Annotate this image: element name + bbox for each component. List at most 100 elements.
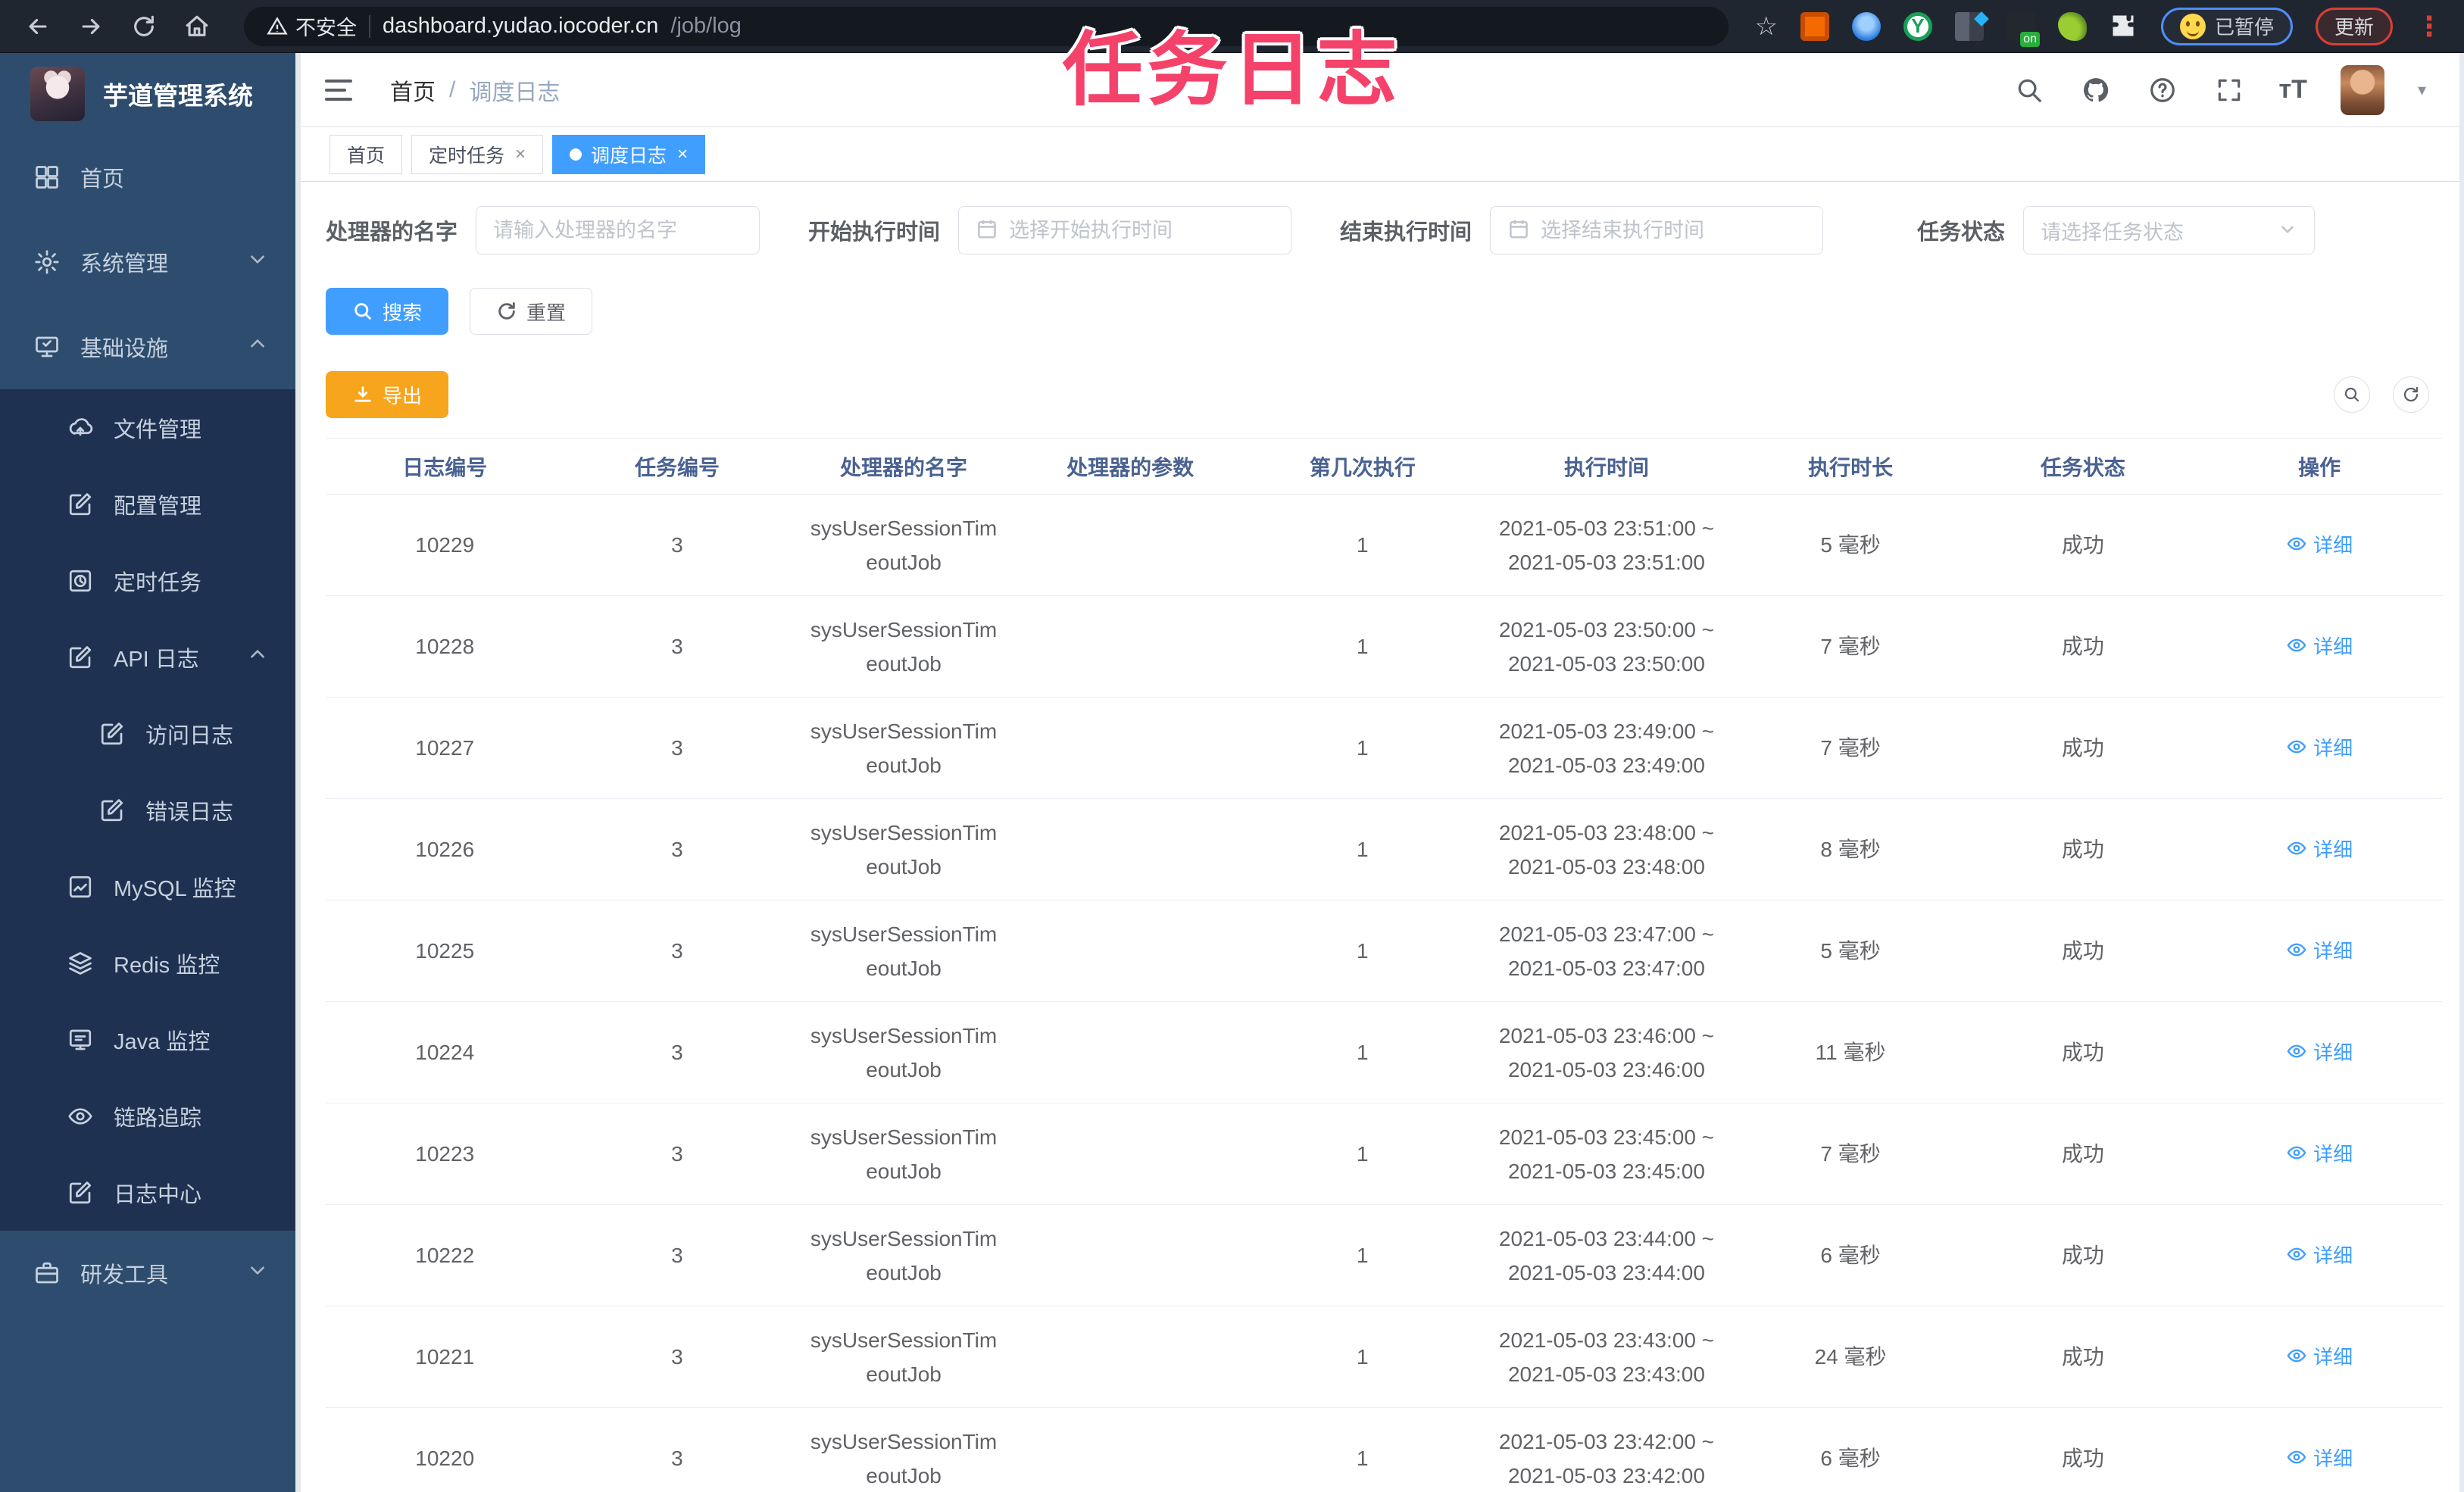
status-cell: 成功 — [1969, 1306, 2197, 1408]
address-bar[interactable]: 不安全 dashboard.yudao.iocoder.cn/job/log — [244, 6, 1729, 46]
extension-icon-grid[interactable] — [1954, 11, 1984, 41]
search-icon[interactable] — [2013, 73, 2046, 107]
cell-text: 2021-05-03 23:42:00 ~ — [1498, 1429, 1715, 1453]
detail-link[interactable]: 详细 — [2286, 1139, 2353, 1167]
sidebar-item-java-monitor[interactable]: Java 监控 — [0, 1001, 301, 1078]
cell-text: 3 — [671, 1447, 683, 1470]
browser-toolbar-right: ☆ Y 已暂停 更新 ⋮ — [1754, 7, 2443, 47]
sidebar-item-access-log[interactable]: 访问日志 — [0, 695, 301, 772]
job-id-cell: 3 — [564, 595, 791, 698]
sidebar-item-api-log[interactable]: API 日志 — [0, 619, 301, 695]
refresh-button[interactable] — [2393, 376, 2429, 413]
github-icon[interactable] — [2079, 73, 2113, 107]
tag-label: 调度日志 — [591, 145, 667, 167]
sidebar-item-config-management[interactable]: 配置管理 — [0, 466, 301, 542]
cell-text: 5 毫秒 — [1820, 939, 1881, 963]
font-size-icon[interactable]: ᴛT — [2279, 75, 2307, 105]
tag-scheduled-jobs[interactable]: 定时任务 × — [411, 134, 544, 174]
sidebar-item-label: 系统管理 — [80, 252, 169, 276]
forward-icon[interactable] — [74, 10, 108, 43]
tag-home[interactable]: 首页 — [329, 134, 403, 174]
content-area: 首页 / 调度日志 ᴛT ▾ 首页 定时任务 × 调度日志 × 处理器的名字 请… — [301, 53, 2464, 1492]
duration-cell: 7 毫秒 — [1731, 697, 1970, 799]
sidebar-submenu-infrastructure: 文件管理 配置管理 定时任务 API 日志 访问日志 错误日志 MySQL 监控… — [0, 389, 301, 1231]
extension-icon-leaf[interactable] — [2057, 11, 2087, 41]
sidebar-scrollbar[interactable] — [295, 53, 301, 1492]
status-select[interactable]: 请选择任务状态 — [2023, 206, 2316, 254]
browser-menu-kebab-icon[interactable]: ⋮ — [2416, 12, 2443, 40]
sidebar-item-redis-monitor[interactable]: Redis 监控 — [0, 925, 301, 1001]
action-cell: 详细 — [2196, 697, 2443, 799]
detail-link[interactable]: 详细 — [2286, 936, 2353, 964]
avatar[interactable] — [2340, 64, 2384, 115]
home-icon[interactable] — [180, 10, 214, 43]
cell-text: 成功 — [2061, 736, 2104, 760]
reload-icon[interactable] — [127, 10, 161, 43]
log-id-cell: 10229 — [326, 494, 564, 596]
url-separator — [369, 14, 370, 38]
sidebar-item-mysql-monitor[interactable]: MySQL 监控 — [0, 848, 301, 925]
not-secure-warning[interactable]: 不安全 — [267, 11, 357, 41]
execute-time-cell: 2021-05-03 23:51:00 ~ 2021-05-03 23:51:00 — [1482, 494, 1732, 596]
extensions-puzzle-icon[interactable] — [2110, 12, 2138, 41]
begin-time-input[interactable] — [1009, 218, 1275, 242]
extension-icon-blue-drop[interactable] — [1851, 11, 1881, 41]
sidebar-item-dev-tools[interactable]: 研发工具 — [0, 1231, 301, 1316]
detail-link-label: 详细 — [2313, 533, 2353, 557]
extension-icon-on-badge[interactable] — [2006, 11, 2040, 47]
fullscreen-icon[interactable] — [2213, 73, 2246, 107]
tag-job-log-active[interactable]: 调度日志 × — [552, 134, 706, 174]
detail-link[interactable]: 详细 — [2286, 1241, 2353, 1269]
smiley-emoji-icon — [2179, 13, 2206, 39]
sidebar-item-home[interactable]: 首页 — [0, 135, 301, 220]
cell-text: 2021-05-03 23:44:00 — [1507, 1260, 1705, 1284]
log-id-cell: 10225 — [326, 900, 564, 1002]
column-header: 处理器的名字 — [790, 438, 1017, 495]
avatar-caret-down-icon[interactable]: ▾ — [2418, 80, 2426, 100]
sidebar-menu: 首页 系统管理 基础设施 文件管理 配置管理 定时任务 API 日志 访问日志 … — [0, 135, 301, 1316]
help-icon[interactable] — [2146, 73, 2179, 107]
tab-close-icon[interactable]: × — [677, 144, 688, 165]
sidebar-logo-row[interactable]: 芋道管理系统 — [0, 53, 301, 135]
extension-icon-orange[interactable] — [1800, 11, 1829, 41]
end-time-input[interactable] — [1541, 218, 1807, 242]
sidebar-item-file-management[interactable]: 文件管理 — [0, 389, 301, 466]
detail-link[interactable]: 详细 — [2286, 1038, 2353, 1066]
cell-text: 1 — [1357, 736, 1369, 760]
detail-link[interactable]: 详细 — [2286, 733, 2353, 761]
cell-text: 7 毫秒 — [1820, 635, 1881, 658]
paused-badge[interactable]: 已暂停 — [2160, 7, 2293, 45]
detail-link[interactable]: 详细 — [2286, 632, 2353, 660]
update-badge[interactable]: 更新 — [2315, 7, 2393, 45]
detail-link[interactable]: 详细 — [2286, 1444, 2353, 1472]
cell-text: 11 毫秒 — [1815, 1041, 1886, 1064]
breadcrumb-home[interactable]: 首页 — [390, 73, 436, 107]
sidebar-toggle-hamburger-icon[interactable] — [325, 73, 360, 108]
sidebar-item-infrastructure[interactable]: 基础设施 — [0, 304, 301, 389]
export-button[interactable]: 导出 — [326, 371, 449, 418]
cell-text: 1 — [1357, 635, 1369, 658]
sidebar-item-error-log[interactable]: 错误日志 — [0, 772, 301, 848]
handler-name-input[interactable] — [493, 218, 743, 242]
filter-status: 任务状态 请选择任务状态 — [1917, 206, 2316, 254]
sidebar-item-scheduled-jobs[interactable]: 定时任务 — [0, 542, 301, 619]
detail-link[interactable]: 详细 — [2286, 835, 2353, 863]
toggle-search-button[interactable] — [2334, 376, 2370, 413]
detail-link[interactable]: 详细 — [2286, 530, 2353, 558]
status-cell: 成功 — [1969, 1204, 2197, 1306]
detail-link-label: 详细 — [2313, 736, 2353, 760]
sidebar-item-tracing[interactable]: 链路追踪 — [0, 1078, 301, 1154]
job-id-cell: 3 — [564, 1103, 791, 1205]
sidebar-item-system[interactable]: 系统管理 — [0, 220, 301, 304]
back-icon[interactable] — [21, 10, 55, 43]
search-button[interactable]: 搜索 — [326, 288, 449, 335]
tab-close-icon[interactable]: × — [515, 144, 526, 165]
log-id-cell: 10220 — [326, 1407, 564, 1492]
extension-icon-green-y[interactable]: Y — [1903, 11, 1932, 41]
cell-text: 成功 — [2061, 635, 2104, 658]
detail-link[interactable]: 详细 — [2286, 1342, 2353, 1370]
reset-button[interactable]: 重置 — [470, 288, 593, 335]
bookmark-star-icon[interactable]: ☆ — [1754, 11, 1777, 42]
execute-time-cell: 2021-05-03 23:43:00 ~ 2021-05-03 23:43:00 — [1482, 1306, 1732, 1408]
sidebar-item-log-center[interactable]: 日志中心 — [0, 1154, 301, 1231]
